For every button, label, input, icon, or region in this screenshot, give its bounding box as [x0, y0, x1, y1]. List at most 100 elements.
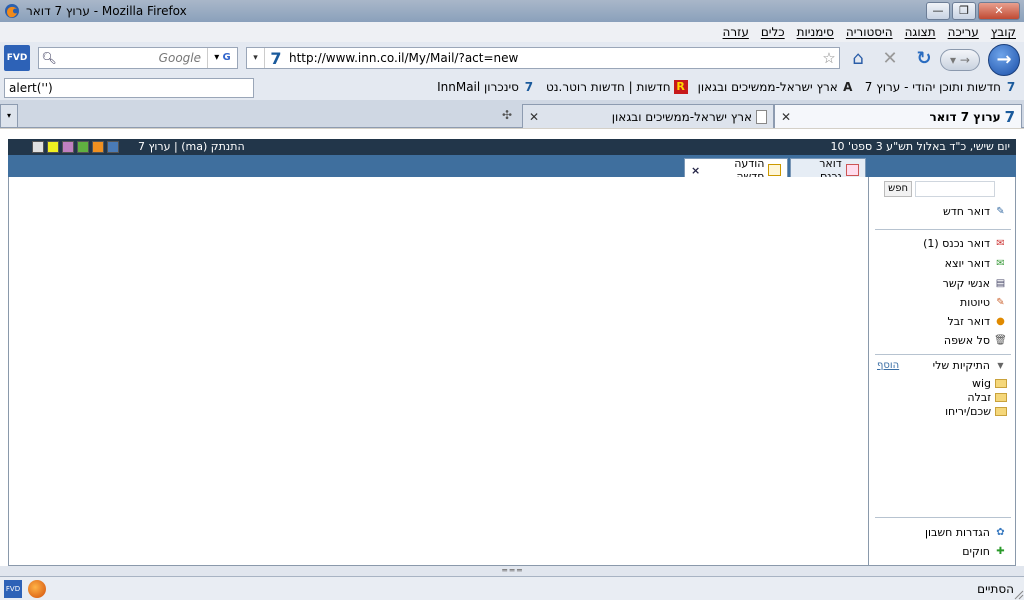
sidebar-item-contacts[interactable]: ▤ אנשי קשר [943, 277, 1007, 290]
theme-swatch[interactable] [92, 141, 104, 153]
menu-edit[interactable]: עריכה [948, 25, 979, 39]
theme-swatch[interactable] [32, 141, 44, 153]
arutz7-icon: 7 [1006, 80, 1016, 94]
search-input[interactable]: Google [59, 51, 207, 65]
bookmark-rotter[interactable]: R חדשות | חדשות רוטר.נט [546, 80, 688, 94]
close-window-button[interactable]: ✕ [978, 2, 1020, 20]
divider [875, 354, 1011, 355]
my-folders-header[interactable]: ▼ התיקיות שלי [933, 359, 1007, 372]
close-tab-icon[interactable]: ✕ [781, 110, 791, 124]
pencil-icon: ✎ [996, 206, 1005, 217]
outbox-icon: ✉ [996, 258, 1005, 269]
bookmark-inn-news[interactable]: 7 חדשות ותוכן יהודי - ערוץ 7 [865, 80, 1018, 94]
menu-bookmarks[interactable]: סימניות [797, 25, 834, 39]
bookmark-innmail-sync[interactable]: 7 סינכרון InnMail [437, 80, 536, 94]
bookmark-label: חדשות ותוכן יהודי - ערוץ 7 [864, 80, 1001, 94]
sidebar-item-spam[interactable]: ● דואר זבל [948, 315, 1007, 328]
trash-icon: 🗑︎ [994, 335, 1007, 346]
google-engine-icon[interactable]: ▾ G [207, 48, 237, 68]
stop-icon[interactable]: ✕ [878, 48, 902, 70]
menu-view[interactable]: תצוגה [905, 25, 936, 39]
home-icon[interactable]: ⌂ [846, 48, 870, 70]
search-button[interactable]: חפש [884, 181, 912, 197]
folder-icon [995, 407, 1007, 416]
theme-swatch[interactable] [107, 141, 119, 153]
drafts-icon: ✎ [996, 297, 1005, 308]
search-icon: 🔍︎ [41, 51, 57, 65]
panel-splitter[interactable]: ═ ═ ═ [0, 566, 1024, 576]
account-settings-button[interactable]: ✿ הגדרות חשבון [925, 526, 1007, 539]
folder-item[interactable]: זבלה [967, 391, 1007, 404]
title-bar: ערוץ 7 דואר - Mozilla Firefox — ❐ ✕ [0, 0, 1024, 22]
web-page: התנתק (ma) | ערוץ 7 יום שישי, כ"ד באלול … [0, 129, 1024, 566]
new-mail-button[interactable]: ✎ דואר חדש [943, 205, 1007, 218]
tab-label: ארץ ישראל-ממשיכים ובגאון [611, 109, 752, 124]
fvd-icon[interactable]: FVD [4, 45, 30, 71]
expand-triangle-icon: ▼ [997, 361, 1004, 370]
menu-help[interactable]: עזרה [723, 25, 749, 39]
bookmark-star-icon[interactable]: ☆ [819, 49, 839, 67]
status-text: הסתיים [977, 582, 1014, 596]
tab-label: ערוץ 7 דואר [929, 109, 1001, 124]
divider [875, 229, 1011, 230]
site-identity-icon[interactable]: 7 [265, 49, 287, 68]
bookmark-label: חדשות | חדשות רוטר.נט [545, 80, 671, 94]
add-folder-link[interactable]: הוסף [877, 360, 899, 371]
maximize-button[interactable]: ❐ [952, 2, 976, 20]
header-strip: התנתק (ma) | ערוץ 7 יום שישי, כ"ד באלול … [8, 139, 1016, 155]
tab-arutz7-mail[interactable]: 7 ערוץ 7 דואר ✕ [774, 104, 1022, 128]
bookmark-label: ארץ ישראל-ממשיכים ובגאון [697, 80, 838, 94]
window-title: ערוץ 7 דואר - Mozilla Firefox [26, 4, 187, 18]
inbox-icon: ✉ [996, 238, 1005, 249]
compose-area[interactable] [8, 177, 868, 566]
theme-swatch[interactable] [47, 141, 59, 153]
new-tab-button[interactable]: ✣ [492, 104, 522, 128]
tab-eretz-israel[interactable]: ארץ ישראל-ממשיכים ובגאון ✕ [522, 104, 774, 128]
menu-history[interactable]: היסטוריה [846, 25, 893, 39]
alert-input[interactable]: alert('') [4, 78, 254, 98]
bookmark-eretz-israel[interactable]: A ארץ ישראל-ממשיכים ובגאון [698, 80, 855, 94]
folder-item[interactable]: שכם/יריחו [945, 405, 1007, 418]
forward-button[interactable]: ▾ → [940, 49, 980, 71]
theme-swatch[interactable] [77, 141, 89, 153]
address-bar[interactable]: ▾ 7 http://www.inn.co.il/My/Mail/?act=ne… [246, 47, 840, 69]
contacts-icon: ▤ [995, 278, 1006, 289]
rotter-icon: R [673, 80, 688, 94]
navigation-toolbar: FVD 🔍︎ Google ▾ G ▾ 7 http://www.inn.co.… [0, 42, 1024, 76]
menu-tools[interactable]: כלים [761, 25, 785, 39]
sidebar-item-inbox[interactable]: ✉ דואר נכנס (1) [923, 237, 1007, 250]
download-icon [768, 164, 781, 176]
user-info[interactable]: התנתק (ma) | ערוץ 7 [138, 140, 245, 153]
bookmark-label: סינכרון InnMail [437, 80, 519, 94]
minimize-button[interactable]: — [926, 2, 950, 20]
status-bar: FVD הסתיים [0, 576, 1024, 600]
close-tab-icon[interactable]: ✕ [529, 110, 539, 124]
date-label: יום שישי, כ"ד באלול תש"ע 3 ספט' 10 [830, 140, 1010, 153]
back-button[interactable]: → [988, 44, 1020, 76]
theme-swatch[interactable] [62, 141, 74, 153]
rules-icon: ✚ [996, 546, 1005, 557]
tab-list-button[interactable]: ▾ [0, 104, 18, 128]
sidebar-item-trash[interactable]: 🗑︎ סל אשפה [944, 334, 1007, 347]
inbox-icon [845, 164, 859, 176]
rules-button[interactable]: ✚ חוקים [962, 545, 1007, 558]
divider [875, 517, 1011, 518]
firefox-icon [4, 3, 20, 19]
firefox-status-icon[interactable] [28, 580, 46, 598]
folder-item[interactable]: wig [972, 377, 1007, 390]
resize-grip-icon[interactable] [1012, 588, 1024, 600]
url-input[interactable]: http://www.inn.co.il/My/Mail/?act=new [287, 51, 819, 65]
url-dropdown-icon[interactable]: ▾ [247, 48, 265, 68]
flag-icon: A [843, 80, 853, 94]
sidebar-item-drafts[interactable]: ✎ טיוטות [960, 296, 1007, 309]
mail-tab-bar: דואר נכנס הודעה חדשה × [8, 155, 1016, 183]
menu-file[interactable]: קובץ [991, 25, 1016, 39]
arutz7-icon: 7 [524, 80, 534, 94]
sidebar-search-input[interactable] [915, 181, 995, 197]
search-box[interactable]: 🔍︎ Google ▾ G [38, 47, 238, 69]
fvd-status-icon[interactable]: FVD [4, 580, 22, 598]
close-tab-icon[interactable]: × [691, 164, 700, 177]
reload-icon[interactable]: ↻ [912, 48, 936, 70]
sidebar-item-outbox[interactable]: ✉ דואר יוצא [945, 257, 1007, 270]
folder-icon [995, 393, 1007, 402]
